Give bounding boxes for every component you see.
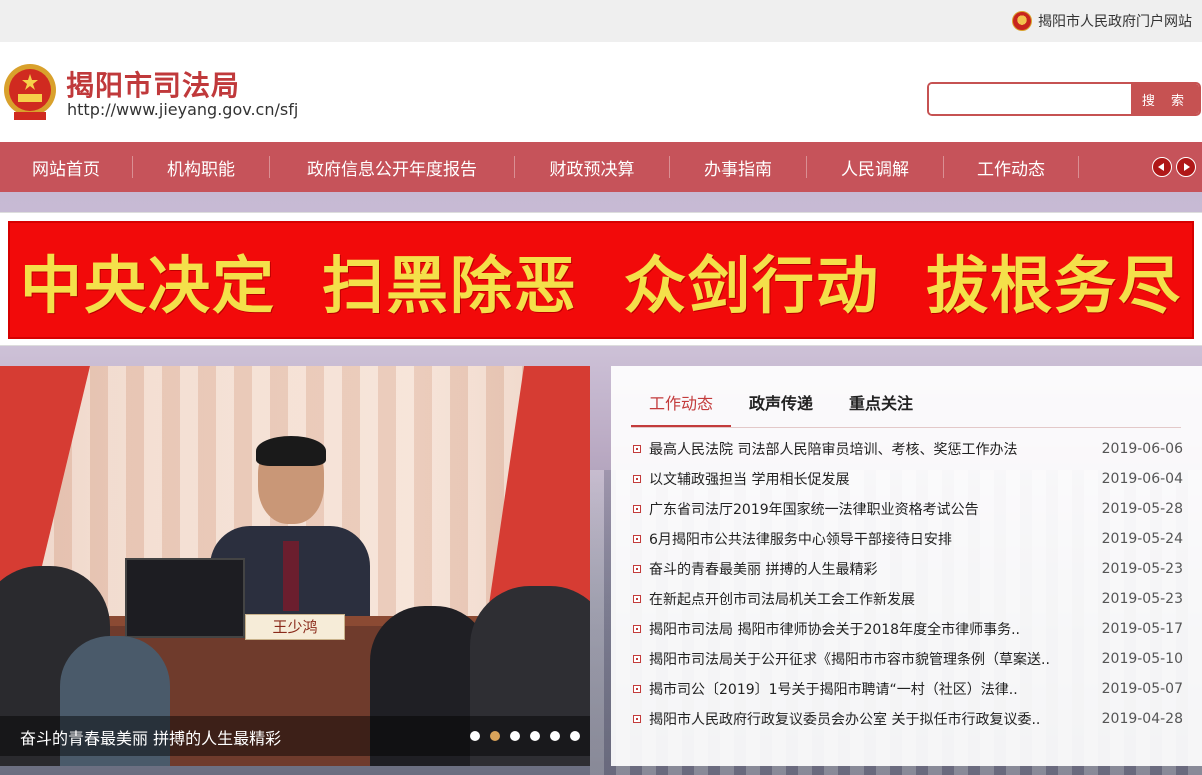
speaker-tie (283, 541, 299, 611)
slider-caption[interactable]: 奋斗的青春最美丽 拼搏的人生最精彩 (20, 725, 281, 749)
site-header: 揭阳市司法局 http://www.jieyang.gov.cn/sfj 搜 索 (0, 42, 1202, 142)
news-date: 2019-06-06 (1101, 441, 1183, 457)
bullet-icon (633, 595, 641, 603)
news-item[interactable]: 以文辅政强担当 学用相长促发展 2019-06-04 (633, 464, 1183, 494)
bullet-icon (633, 685, 641, 693)
news-list: 最高人民法院 司法部人民陪审员培训、考核、奖惩工作办法 2019-06-06 以文… (633, 434, 1183, 734)
news-date: 2019-05-28 (1101, 501, 1183, 517)
top-bar: 揭阳市人民政府门户网站 (0, 0, 1202, 42)
news-title[interactable]: 广东省司法厅2019年国家统一法律职业资格考试公告 (649, 499, 1093, 519)
nav-item-mediation[interactable]: 人民调解 (807, 142, 943, 192)
news-date: 2019-05-24 (1101, 531, 1183, 547)
tab-policy-voice[interactable]: 政声传递 (731, 382, 831, 427)
slider-caption-bar: 奋斗的青春最美丽 拼搏的人生最精彩 (0, 716, 590, 756)
news-item[interactable]: 揭阳市司法局 揭阳市律师协会关于2018年度全市律师事务.. 2019-05-17 (633, 614, 1183, 644)
banner-phrase: 众剑行动 (624, 249, 881, 322)
slider-dot[interactable] (550, 731, 560, 741)
news-title[interactable]: 揭阳市司法局关于公开征求《揭阳市市容市貌管理条例（草案送.. (649, 649, 1093, 669)
news-title[interactable]: 揭阳市司法局 揭阳市律师协会关于2018年度全市律师事务.. (649, 619, 1093, 639)
news-date: 2019-05-10 (1101, 651, 1183, 667)
national-emblem-icon (4, 64, 56, 120)
news-item[interactable]: 在新起点开创市司法局机关工会工作新发展 2019-05-23 (633, 584, 1183, 614)
nav-separator (1078, 156, 1079, 178)
news-title[interactable]: 揭阳市人民政府行政复议委员会办公室 关于拟任市行政复议委.. (649, 709, 1093, 729)
portal-link[interactable]: 揭阳市人民政府门户网站 (1012, 10, 1192, 32)
bullet-icon (633, 475, 641, 483)
national-emblem-icon (1012, 11, 1032, 31)
arrow-right-icon[interactable] (1176, 157, 1196, 177)
news-date: 2019-06-04 (1101, 471, 1183, 487)
nav-item-home[interactable]: 网站首页 (0, 142, 132, 192)
slider-dot[interactable] (570, 731, 580, 741)
site-title[interactable]: 揭阳市司法局 (66, 64, 240, 104)
news-item[interactable]: 揭市司公〔2019〕1号关于揭阳市聘请“一村（社区）法律.. 2019-05-07 (633, 674, 1183, 704)
tab-key-focus[interactable]: 重点关注 (831, 382, 931, 427)
banner-red-panel: 中央决定 扫黑除恶 众剑行动 拔根务尽 (8, 221, 1194, 339)
news-tabs: 工作动态 政声传递 重点关注 (631, 382, 1181, 428)
nav-item-budget[interactable]: 财政预决算 (515, 142, 669, 192)
portal-link-label: 揭阳市人民政府门户网站 (1038, 14, 1192, 30)
bullet-icon (633, 625, 641, 633)
news-item[interactable]: 广东省司法厅2019年国家统一法律职业资格考试公告 2019-05-28 (633, 494, 1183, 524)
banner-phrase: 扫黑除恶 (321, 249, 578, 322)
news-item[interactable]: 奋斗的青春最美丽 拼搏的人生最精彩 2019-05-23 (633, 554, 1183, 584)
nav-item-functions[interactable]: 机构职能 (133, 142, 269, 192)
banner-phrase: 拔根务尽 (926, 249, 1183, 322)
news-title[interactable]: 揭市司公〔2019〕1号关于揭阳市聘请“一村（社区）法律.. (649, 679, 1093, 699)
nav-item-annual-report[interactable]: 政府信息公开年度报告 (270, 142, 514, 192)
slider-dot[interactable] (470, 731, 480, 741)
news-title[interactable]: 6月揭阳市公共法律服务中心领导干部接待日安排 (649, 529, 1093, 549)
news-panel: 工作动态 政声传递 重点关注 最高人民法院 司法部人民陪审员培训、考核、奖惩工作… (611, 366, 1202, 766)
news-item[interactable]: 6月揭阳市公共法律服务中心领导干部接待日安排 2019-05-24 (633, 524, 1183, 554)
slider-dot-active[interactable] (490, 731, 500, 741)
bullet-icon (633, 565, 641, 573)
bullet-icon (633, 505, 641, 513)
news-date: 2019-05-07 (1101, 681, 1183, 697)
search-input[interactable] (929, 84, 1131, 114)
nameplate: 王少鸿 (245, 614, 345, 640)
news-item[interactable]: 揭阳市人民政府行政复议委员会办公室 关于拟任市行政复议委.. 2019-04-28 (633, 704, 1183, 734)
bullet-icon (633, 445, 641, 453)
slider-dot[interactable] (510, 731, 520, 741)
tab-work-news[interactable]: 工作动态 (631, 382, 732, 427)
news-date: 2019-05-17 (1101, 621, 1183, 637)
banner-phrase: 中央决定 (19, 249, 276, 322)
bullet-icon (633, 655, 641, 663)
news-date: 2019-05-23 (1101, 591, 1183, 607)
news-title[interactable]: 最高人民法院 司法部人民陪审员培训、考核、奖惩工作办法 (649, 439, 1093, 459)
bullet-icon (633, 535, 641, 543)
arrow-left-icon[interactable] (1152, 157, 1172, 177)
slider-dot[interactable] (530, 731, 540, 741)
speaker-hair (256, 436, 326, 466)
main-nav: 网站首页 机构职能 政府信息公开年度报告 财政预决算 办事指南 人民调解 工作动… (0, 142, 1202, 192)
site-url: http://www.jieyang.gov.cn/sfj (67, 100, 299, 119)
news-item[interactable]: 最高人民法院 司法部人民陪审员培训、考核、奖惩工作办法 2019-06-06 (633, 434, 1183, 464)
news-date: 2019-04-28 (1101, 711, 1183, 727)
laptop (125, 558, 245, 638)
search-button[interactable]: 搜 索 (1131, 84, 1199, 114)
nav-arrows (1152, 157, 1196, 177)
nav-item-guide[interactable]: 办事指南 (670, 142, 806, 192)
news-title[interactable]: 在新起点开创市司法局机关工会工作新发展 (649, 589, 1093, 609)
news-title[interactable]: 以文辅政强担当 学用相长促发展 (649, 469, 1093, 489)
bullet-icon (633, 715, 641, 723)
news-date: 2019-05-23 (1101, 561, 1183, 577)
campaign-banner[interactable]: 中央决定 扫黑除恶 众剑行动 拔根务尽 (0, 212, 1202, 346)
news-item[interactable]: 揭阳市司法局关于公开征求《揭阳市市容市貌管理条例（草案送.. 2019-05-10 (633, 644, 1183, 674)
slider-dots (470, 731, 580, 741)
nav-item-news[interactable]: 工作动态 (944, 142, 1078, 192)
news-title[interactable]: 奋斗的青春最美丽 拼搏的人生最精彩 (649, 559, 1093, 579)
search-box: 搜 索 (927, 82, 1201, 116)
photo-slider[interactable]: 王少鸿 奋斗的青春最美丽 拼搏的人生最精彩 (0, 366, 590, 766)
